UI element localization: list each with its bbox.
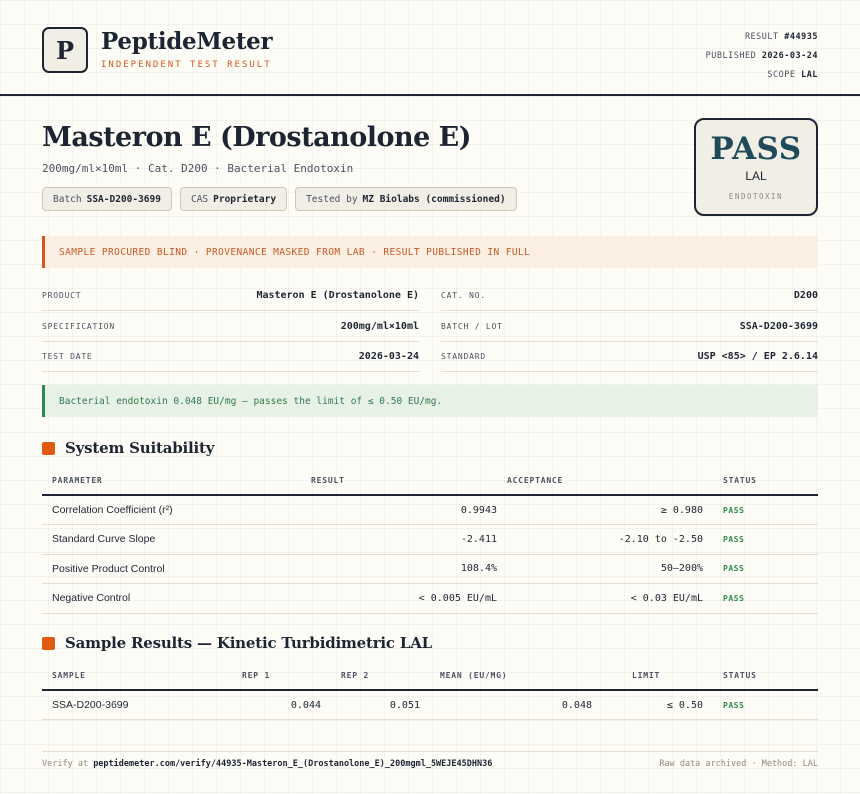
samples-table: SAMPLE REP 1 REP 2 MEAN (EU/MG) LIMIT ST… [42, 661, 818, 720]
status-badge: PASS [713, 690, 818, 720]
verdict-stamp: PASS LAL ENDOTOXIN [694, 118, 818, 216]
table-row: Negative Control < 0.005 EU/mL < 0.03 EU… [42, 583, 818, 614]
verdict-category: ENDOTOXIN [728, 192, 784, 201]
product-subtitle: 200mg/ml×10ml · Cat. D200 · Bacterial En… [42, 162, 354, 175]
info-product: PRODUCT Masteron E (Drostanolone E) [42, 281, 419, 311]
table-header-row: PARAMETER RESULT ACCEPTANCE STATUS [42, 466, 818, 496]
table-row: Standard Curve Slope -2.411 -2.10 to -2.… [42, 524, 818, 555]
brand-tagline: INDEPENDENT TEST RESULT [101, 60, 272, 70]
info-specification: SPECIFICATION 200mg/ml×10ml [42, 312, 419, 342]
section-marker-icon [42, 636, 55, 650]
brand-name[interactable]: PeptideMeter [101, 28, 273, 55]
result-summary: Bacterial endotoxin 0.048 EU/mg — passes… [42, 385, 818, 417]
result-id: RESULT #44935 [744, 32, 818, 42]
brand-logo[interactable]: P [42, 27, 88, 73]
table-row: Correlation Coefficient (r²) 0.9943 ≥ 0.… [42, 495, 818, 525]
report-meta: RESULT #44935 PUBLISHED 2026-03-24 SCOPE… [706, 28, 818, 85]
section-marker-icon [42, 441, 55, 455]
info-test-date: TEST DATE 2026-03-24 [42, 342, 419, 372]
table-row: Positive Product Control 108.4% 50–200% … [42, 554, 818, 584]
product-title: Masteron E (Drostanolone E) [42, 122, 472, 153]
published-date: PUBLISHED 2026-03-24 [705, 51, 818, 61]
samples-heading: Sample Results — Kinetic Turbidimetric L… [42, 634, 432, 652]
status-badge: PASS [713, 524, 818, 555]
status-badge: PASS [713, 583, 818, 614]
report-header: P PeptideMeter INDEPENDENT TEST RESULT R… [0, 0, 860, 96]
status-badge: PASS [713, 495, 818, 525]
suitability-heading: System Suitability [42, 439, 214, 457]
table-header-row: SAMPLE REP 1 REP 2 MEAN (EU/MG) LIMIT ST… [42, 661, 818, 691]
footer-method: Raw data archived · Method: LAL [659, 759, 818, 769]
verify-line: Verify at peptidemeter.com/verify/44935-… [42, 759, 493, 769]
suitability-table: PARAMETER RESULT ACCEPTANCE STATUS Corre… [42, 466, 818, 614]
info-cat-no: CAT. NO. D200 [441, 281, 818, 311]
table-row: SSA-D200-3699 0.044 0.051 0.048 ≤ 0.50 P… [42, 690, 818, 720]
scope: SCOPE LAL [767, 70, 818, 80]
status-badge: PASS [713, 554, 818, 584]
batch-chip: Batch SSA-D200-3699 [42, 187, 172, 211]
verdict-status: PASS [710, 131, 802, 167]
cas-chip: CAS Proprietary [179, 187, 288, 211]
verdict-scope: LAL [745, 169, 767, 183]
product-chips: Batch SSA-D200-3699 CAS Proprietary Tested… [42, 187, 517, 211]
verify-link[interactable]: peptidemeter.com/verify/44935-Masteron_E… [93, 759, 492, 769]
info-batch-lot: BATCH / LOT SSA-D200-3699 [441, 312, 818, 342]
info-standard: STANDARD USP <85> / EP 2.6.14 [441, 342, 818, 372]
tested-by-chip: Tested by MZ Biolabs (commissioned) [295, 187, 517, 211]
procurement-notice: SAMPLE PROCURED BLIND · PROVENANCE MASKE… [42, 236, 818, 268]
report-footer: Verify at peptidemeter.com/verify/44935-… [42, 751, 818, 794]
